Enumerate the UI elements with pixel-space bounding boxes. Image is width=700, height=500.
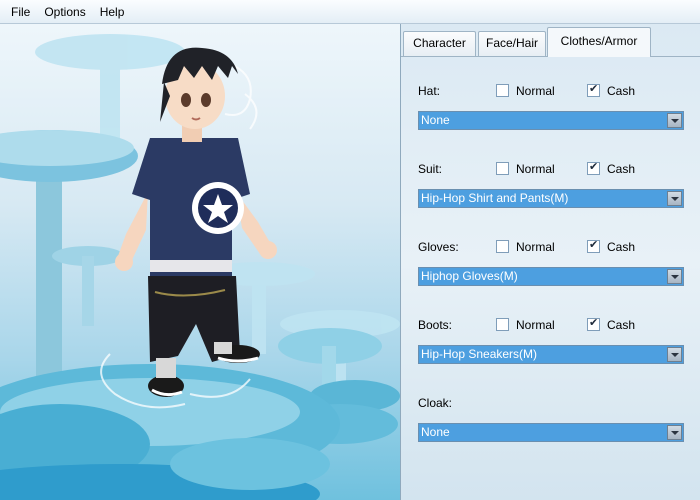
hat-normal-label: Normal: [516, 84, 555, 98]
chevron-down-icon[interactable]: [667, 269, 682, 284]
cloak-label: Cloak:: [418, 396, 453, 410]
gloves-normal-label: Normal: [516, 240, 555, 254]
hat-normal-checkbox[interactable]: [496, 84, 509, 97]
menu-bar: File Options Help: [0, 0, 700, 24]
boots-cash-checkbox[interactable]: [587, 316, 600, 331]
character-preview[interactable]: [0, 24, 400, 500]
hat-select-value: None: [421, 113, 450, 127]
tab-face-hair[interactable]: Face/Hair: [478, 31, 546, 56]
boots-select[interactable]: Hip-Hop Sneakers(M): [418, 345, 684, 364]
suit-normal-label: Normal: [516, 162, 555, 176]
suit-label: Suit:: [418, 162, 443, 176]
suit-select[interactable]: Hip-Hop Shirt and Pants(M): [418, 189, 684, 208]
boots-select-value: Hip-Hop Sneakers(M): [421, 347, 538, 361]
gloves-cash-checkbox[interactable]: [587, 238, 600, 253]
chevron-down-icon[interactable]: [667, 347, 682, 362]
tab-character[interactable]: Character: [403, 31, 476, 56]
chevron-down-icon[interactable]: [667, 113, 682, 128]
chevron-down-icon[interactable]: [667, 191, 682, 206]
cloak-select-value: None: [421, 425, 450, 439]
menu-options[interactable]: Options: [37, 1, 92, 23]
suit-cash-label: Cash: [607, 162, 636, 176]
suit-normal-checkbox[interactable]: [496, 162, 509, 175]
hat-label: Hat:: [418, 84, 441, 98]
tab-bar: Character Face/Hair Clothes/Armor: [401, 24, 700, 61]
gloves-label: Gloves:: [418, 240, 459, 254]
hat-cash-checkbox[interactable]: [587, 82, 600, 97]
boots-label: Boots:: [418, 318, 453, 332]
tab-clothes-armor[interactable]: Clothes/Armor: [547, 27, 651, 57]
chevron-down-icon[interactable]: [667, 425, 682, 440]
gloves-normal-checkbox[interactable]: [496, 240, 509, 253]
hat-cash-label: Cash: [607, 84, 636, 98]
gloves-cash-label: Cash: [607, 240, 636, 254]
settings-panel: Character Face/Hair Clothes/Armor Hat: N…: [400, 24, 700, 500]
gloves-select-value: Hiphop Gloves(M): [421, 269, 518, 283]
gloves-select[interactable]: Hiphop Gloves(M): [418, 267, 684, 286]
boots-normal-checkbox[interactable]: [496, 318, 509, 331]
preview-scene-art: [0, 34, 400, 500]
cloak-select[interactable]: None: [418, 423, 684, 442]
boots-cash-label: Cash: [607, 318, 636, 332]
suit-select-value: Hip-Hop Shirt and Pants(M): [421, 191, 569, 205]
menu-file[interactable]: File: [4, 1, 37, 23]
suit-cash-checkbox[interactable]: [587, 160, 600, 175]
hat-select[interactable]: None: [418, 111, 684, 130]
boots-normal-label: Normal: [516, 318, 555, 332]
menu-help[interactable]: Help: [93, 1, 132, 23]
